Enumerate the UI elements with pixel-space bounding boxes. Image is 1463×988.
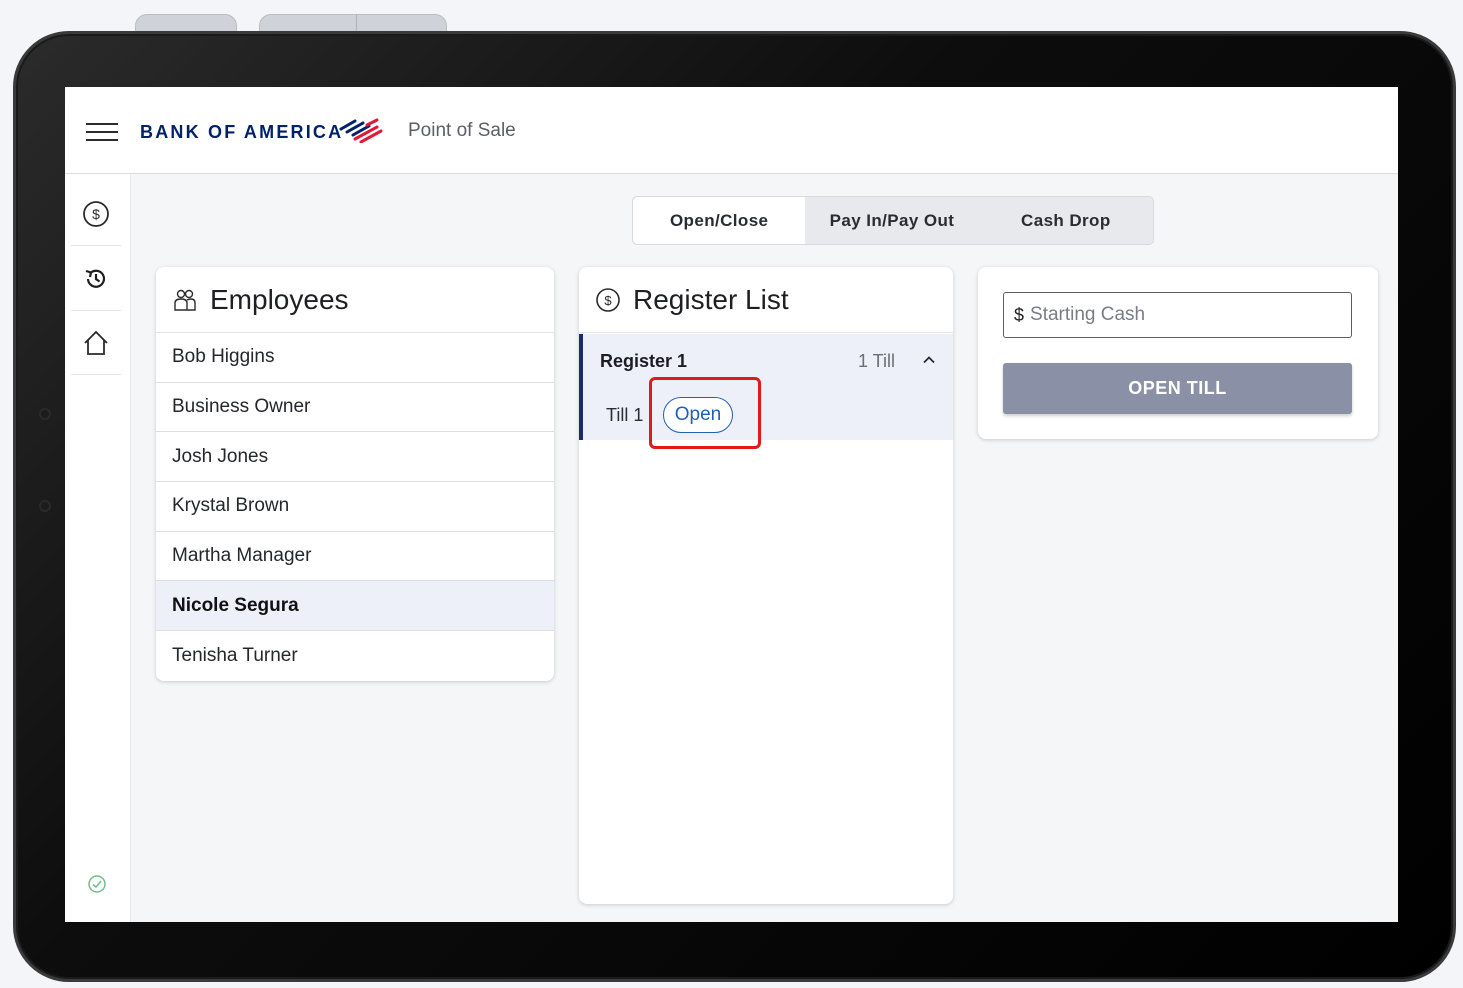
currency-symbol: $ (1014, 304, 1025, 325)
svg-text:$: $ (92, 206, 100, 222)
top-bar: BANK OF AMERICA Point of Sale (65, 87, 1398, 174)
till-status-open-button[interactable]: Open (663, 397, 733, 433)
chevron-up-icon[interactable] (921, 352, 937, 368)
tab-cash-drop[interactable]: Cash Drop (979, 197, 1153, 244)
nav-history[interactable] (71, 247, 121, 311)
register-name: Register 1 (600, 351, 688, 371)
nav-home[interactable] (71, 311, 121, 375)
people-icon (174, 289, 196, 311)
app-title: Point of Sale (408, 120, 516, 141)
employee-row[interactable]: Business Owner (156, 383, 554, 433)
register-list-card: $ Register List Register 1 1 Till Till 1… (579, 267, 953, 904)
tab-pay-in-pay-out[interactable]: Pay In/Pay Out (805, 197, 978, 244)
employee-row-selected[interactable]: Nicole Segura (156, 581, 554, 632)
open-till-button[interactable]: OPEN TILL (1003, 363, 1352, 414)
home-icon (84, 330, 108, 355)
svg-text:$: $ (604, 293, 612, 308)
tab-open-close[interactable]: Open/Close (633, 197, 806, 244)
till-count: 1 Till (858, 351, 896, 371)
brand-logo-text: BANK OF AMERICA (140, 122, 344, 142)
history-icon (85, 269, 106, 288)
employees-header: Employees (156, 267, 554, 333)
starting-cash-input[interactable] (1030, 304, 1331, 326)
mode-tabs: Open/Close Pay In/Pay Out Cash Drop (632, 196, 1154, 245)
starting-cash-field[interactable]: $ (1003, 292, 1352, 338)
employee-row[interactable]: Krystal Brown (156, 482, 554, 532)
register-list-title: Register List (633, 283, 789, 315)
menu-icon[interactable] (86, 123, 118, 141)
dollar-circle-icon: $ (83, 200, 109, 227)
app-screen: BANK OF AMERICA Point of Sale $ Open/Clo… (65, 87, 1398, 922)
side-nav: $ (65, 174, 131, 922)
check-circle-icon (88, 875, 106, 893)
starting-cash-card: $ OPEN TILL (978, 267, 1378, 439)
employee-row[interactable]: Josh Jones (156, 432, 554, 483)
employee-row[interactable]: Bob Higgins (156, 333, 554, 383)
register-list-header: $ Register List (579, 267, 953, 333)
brand-flag-icon (339, 118, 383, 143)
employee-row[interactable]: Martha Manager (156, 532, 554, 582)
employee-row[interactable]: Tenisha Turner (156, 631, 554, 681)
till-name: Till 1 (606, 405, 644, 425)
camera-dot (39, 408, 51, 420)
employees-title: Employees (210, 283, 349, 315)
nav-cash[interactable]: $ (71, 182, 121, 246)
employees-card: Employees Bob Higgins Business Owner Jos… (156, 267, 554, 681)
register-group: Register 1 1 Till Till 1 Open (579, 334, 953, 440)
sensor-dot (39, 500, 51, 512)
dollar-circle-icon: $ (596, 287, 620, 312)
